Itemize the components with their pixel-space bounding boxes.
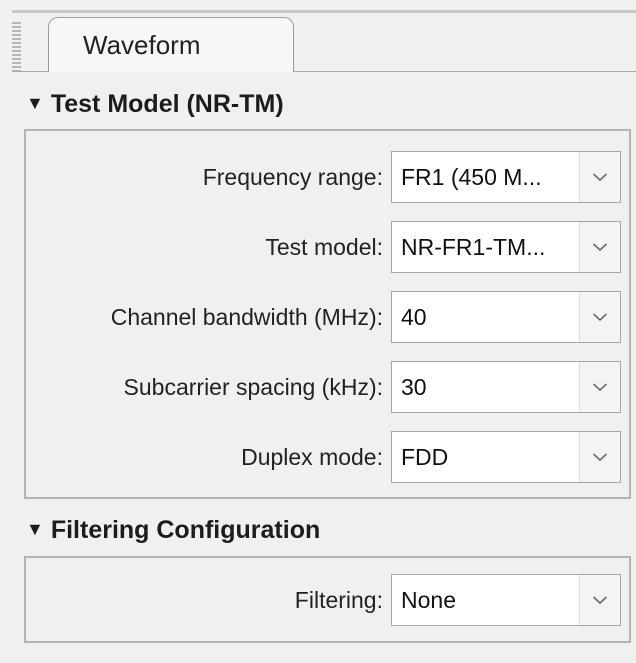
drag-grip[interactable] — [12, 22, 21, 72]
field-row-frequency-range: Frequency range: FR1 (450 M... — [26, 151, 629, 203]
field-row-test-model: Test model: NR-FR1-TM... — [26, 221, 629, 273]
field-row-duplex-mode: Duplex mode: FDD — [26, 431, 629, 483]
chevron-down-icon[interactable] — [579, 432, 620, 482]
collapse-triangle-icon: ▼ — [26, 93, 44, 113]
channel-bandwidth-label: Channel bandwidth (MHz): — [110, 304, 383, 330]
dropdown-value: NR-FR1-TM... — [401, 234, 546, 260]
dropdown-value: 40 — [401, 304, 427, 330]
chevron-down-icon[interactable] — [579, 152, 620, 202]
filtering-label: Filtering: — [294, 587, 383, 613]
tab-waveform[interactable]: Waveform — [48, 17, 294, 72]
chevron-down-icon[interactable] — [579, 362, 620, 412]
subcarrier-spacing-dropdown[interactable]: 30 — [391, 361, 621, 413]
field-row-filtering: Filtering: None — [26, 574, 629, 626]
tab-label: Waveform — [83, 30, 201, 60]
dropdown-value: None — [401, 587, 456, 613]
section-header-filtering[interactable]: ▼ Filtering Configuration — [26, 516, 320, 545]
filtering-panel: Filtering: None — [24, 556, 631, 643]
chevron-down-icon[interactable] — [579, 222, 620, 272]
top-divider — [12, 10, 636, 13]
test-model-label: Test model: — [265, 234, 383, 260]
field-row-subcarrier-spacing: Subcarrier spacing (kHz): 30 — [26, 361, 629, 413]
chevron-down-icon[interactable] — [579, 292, 620, 342]
channel-bandwidth-dropdown[interactable]: 40 — [391, 291, 621, 343]
frequency-range-dropdown[interactable]: FR1 (450 M... — [391, 151, 621, 203]
section-title: Filtering Configuration — [50, 516, 321, 544]
field-row-channel-bandwidth: Channel bandwidth (MHz): 40 — [26, 291, 629, 343]
section-title: Test Model (NR-TM) — [50, 90, 284, 118]
filtering-dropdown[interactable]: None — [391, 574, 621, 626]
subcarrier-spacing-label: Subcarrier spacing (kHz): — [123, 374, 383, 400]
test-model-dropdown[interactable]: NR-FR1-TM... — [391, 221, 621, 273]
duplex-mode-label: Duplex mode: — [241, 444, 383, 470]
chevron-down-icon[interactable] — [579, 575, 620, 625]
dropdown-value: FR1 (450 M... — [401, 164, 542, 190]
section-header-test-model[interactable]: ▼ Test Model (NR-TM) — [26, 90, 284, 119]
test-model-panel: Frequency range: FR1 (450 M... Test mode… — [24, 129, 631, 499]
collapse-triangle-icon: ▼ — [26, 519, 44, 539]
duplex-mode-dropdown[interactable]: FDD — [391, 431, 621, 483]
dropdown-value: 30 — [401, 374, 427, 400]
dropdown-value: FDD — [401, 444, 449, 470]
frequency-range-label: Frequency range: — [202, 164, 383, 190]
